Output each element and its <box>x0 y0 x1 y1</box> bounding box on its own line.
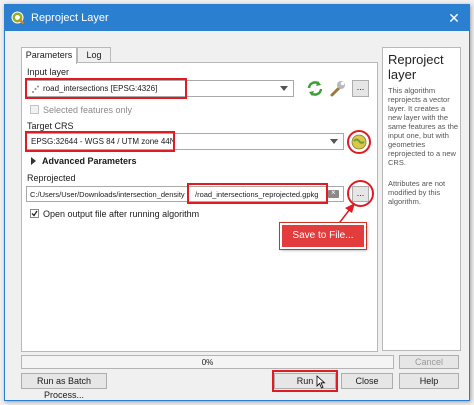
progress-bar: 0% <box>21 355 394 369</box>
open-after-checkbox[interactable] <box>30 209 39 218</box>
selected-only-label: Selected features only <box>43 105 133 115</box>
chevron-down-icon <box>330 139 338 144</box>
chevron-down-icon <box>280 86 288 91</box>
close-button[interactable]: Close <box>341 373 393 389</box>
parameters-panel: Input layer road_intersections [EPSG:432… <box>21 62 378 352</box>
qgis-logo-icon <box>11 11 25 25</box>
open-after-label: Open output file after running algorithm <box>43 209 200 219</box>
cancel-button[interactable]: Cancel <box>399 355 459 369</box>
chevron-right-icon[interactable] <box>31 157 36 165</box>
help-description: This algorithm reprojects a vector layer… <box>388 86 459 167</box>
run-highlight <box>272 370 338 392</box>
window-title: Reproject Layer <box>31 12 109 24</box>
wrench-icon[interactable] <box>328 79 347 98</box>
progress-text: 0% <box>201 358 214 367</box>
reprojected-path-prefix: C:/Users/User/Downloads/intersection_den… <box>30 190 185 199</box>
iterate-icon[interactable] <box>306 80 324 97</box>
tab-parameters-label: Parameters <box>25 50 73 60</box>
tab-log[interactable]: Log <box>77 47 111 63</box>
save-to-file-callout: Save to File... <box>279 222 367 250</box>
title-bar: Reproject Layer ✕ <box>5 5 469 31</box>
target-crs-highlight <box>25 131 175 152</box>
reprojected-label: Reprojected <box>27 173 76 183</box>
tab-log-label: Log <box>86 50 102 60</box>
reproject-layer-dialog: Reproject Layer ✕ Parameters Log Input l… <box>4 4 470 401</box>
checkmark-icon <box>31 210 38 217</box>
crs-select-highlight <box>347 130 371 154</box>
tab-parameters[interactable]: Parameters <box>21 47 77 64</box>
close-window-button[interactable]: ✕ <box>439 5 469 31</box>
help-attributes-note: Attributes are not modified by this algo… <box>388 179 446 206</box>
target-crs-label: Target CRS <box>27 121 74 131</box>
reprojected-path-highlight <box>187 183 328 204</box>
advanced-parameters-toggle[interactable]: Advanced Parameters <box>42 156 137 166</box>
help-panel: Reproject layer This algorithm reproject… <box>382 47 461 351</box>
clear-text-icon[interactable]: × <box>328 188 339 198</box>
input-layer-label: Input layer <box>27 67 70 77</box>
selected-only-checkbox[interactable] <box>30 105 39 114</box>
input-layer-highlight <box>25 78 187 99</box>
help-title: Reproject layer <box>388 52 444 82</box>
batch-process-button[interactable]: Run as Batch Process... <box>21 373 107 400</box>
mouse-cursor-icon <box>316 375 326 389</box>
input-layer-browse-button[interactable]: ... <box>352 80 369 97</box>
help-button[interactable]: Help <box>399 373 459 389</box>
